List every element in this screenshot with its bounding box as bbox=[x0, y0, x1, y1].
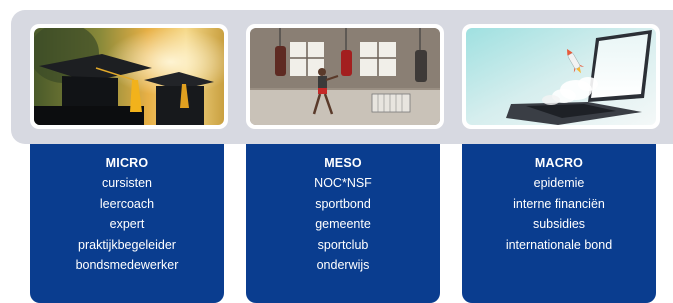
boxing-gym-photo bbox=[250, 28, 440, 125]
micro-photo bbox=[30, 24, 228, 129]
macro-photo bbox=[462, 24, 660, 129]
list-item: subsidies bbox=[532, 217, 586, 231]
list-item: internationale bond bbox=[505, 237, 613, 252]
meso-photo bbox=[246, 24, 444, 129]
list-item: leercoach bbox=[99, 196, 155, 211]
list-item: epidemie bbox=[533, 176, 585, 190]
macro-title: MACRO bbox=[534, 156, 584, 170]
meso-list: NOC*NSF sportbond gemeente sportclub ond… bbox=[246, 173, 440, 276]
list-item: expert bbox=[109, 217, 145, 231]
list-item: bondsmedewerker bbox=[75, 258, 179, 272]
list-item: gemeente bbox=[315, 217, 371, 231]
macro-card: MACRO epidemie interne financiën subsidi… bbox=[462, 144, 656, 303]
list-item: praktijkbegeleider bbox=[78, 237, 176, 252]
laptop-rocket-photo bbox=[466, 28, 656, 125]
list-item: interne financiën bbox=[513, 196, 605, 211]
list-item: sportclub bbox=[317, 237, 369, 252]
meso-title: MESO bbox=[324, 156, 362, 170]
macro-list: epidemie interne financiën subsidies int… bbox=[462, 173, 656, 255]
list-item: onderwijs bbox=[316, 258, 370, 272]
meso-card: MESO NOC*NSF sportbond gemeente sportclu… bbox=[246, 144, 440, 303]
graduation-caps-photo bbox=[34, 28, 224, 125]
micro-list: cursisten leercoach expert praktijkbegel… bbox=[30, 173, 224, 276]
micro-title: MICRO bbox=[105, 156, 149, 170]
list-item: NOC*NSF bbox=[314, 176, 372, 190]
list-item: cursisten bbox=[101, 176, 153, 190]
micro-card: MICRO cursisten leercoach expert praktij… bbox=[30, 144, 224, 303]
list-item: sportbond bbox=[315, 196, 371, 211]
